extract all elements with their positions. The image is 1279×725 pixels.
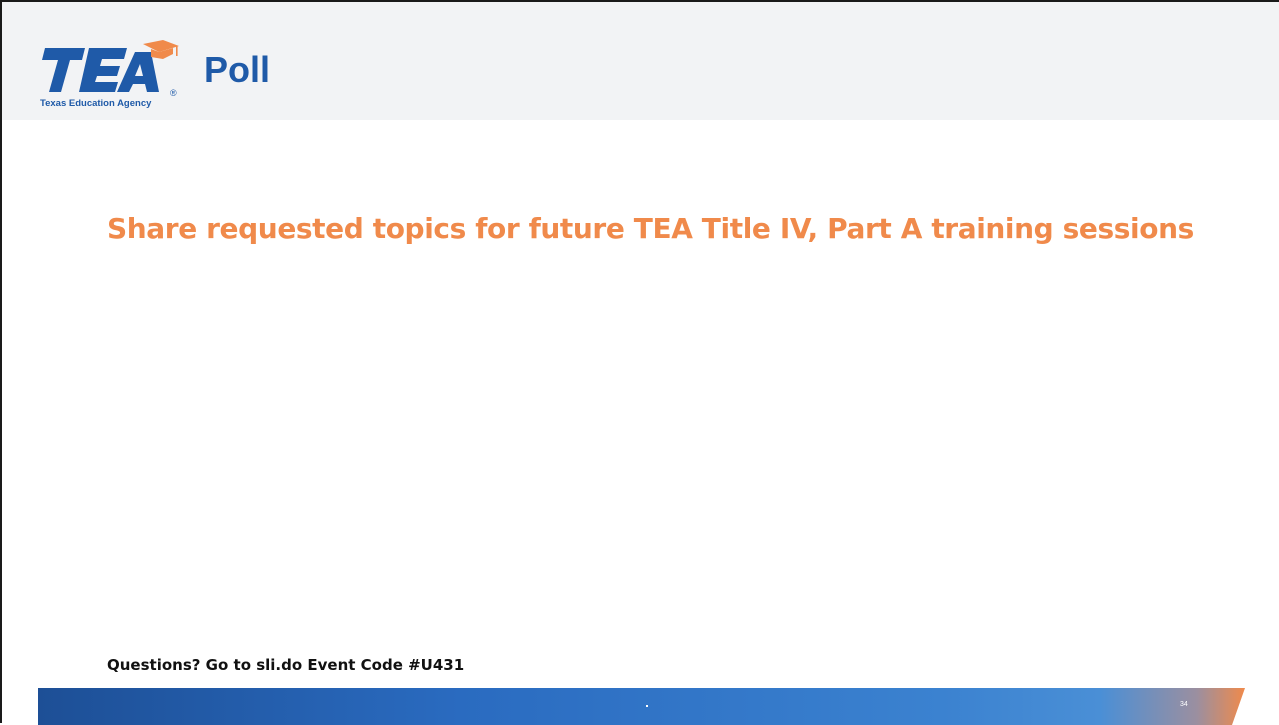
footer-dot — [646, 705, 648, 707]
logo-caption: Texas Education Agency — [40, 98, 152, 109]
registered-mark: ® — [170, 88, 177, 98]
page-title: Poll — [204, 49, 271, 90]
slide-number: 34 — [1180, 701, 1188, 708]
footer-bar — [38, 688, 1245, 725]
slide-header: ® Texas Education Agency Poll — [2, 2, 1279, 120]
tea-logo — [42, 40, 179, 92]
slide: ® Texas Education Agency Poll Share requ… — [0, 0, 1279, 725]
slide-subtitle: Share requested topics for future TEA Ti… — [107, 212, 1194, 245]
footer-note: Questions? Go to sli.do Event Code #U431 — [107, 656, 465, 674]
